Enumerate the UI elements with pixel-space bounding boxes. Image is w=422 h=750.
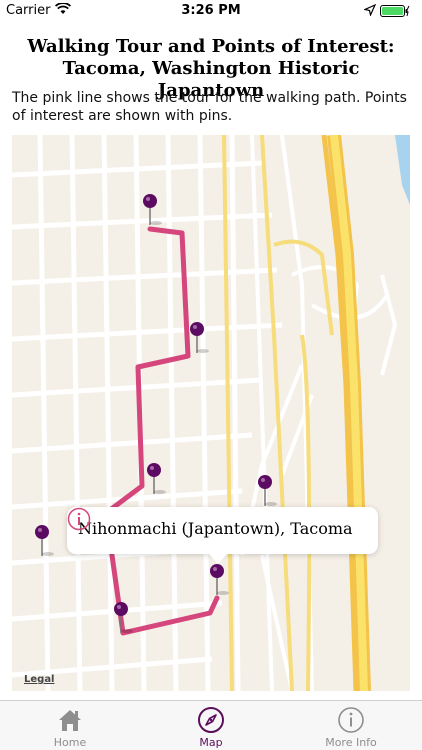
map-view[interactable]: Legal Nihonmachi (Japantown), Tacoma <box>12 135 410 691</box>
street-grid <box>12 135 283 691</box>
legal-link[interactable]: Legal <box>24 674 55 685</box>
tab-map[interactable]: Map <box>141 701 281 750</box>
home-icon <box>59 710 81 731</box>
map-canvas <box>12 135 410 691</box>
tab-label: More Info <box>325 736 377 749</box>
poi-pin <box>258 475 277 506</box>
status-bar: Carrier 3:26 PM <box>0 0 422 22</box>
callout-pointer <box>208 553 228 564</box>
tab-home[interactable]: Home <box>0 701 140 750</box>
page-description: The pink line shows the tour for the wal… <box>12 90 407 124</box>
compass-icon <box>198 707 224 733</box>
tab-bar: Home Map More Info <box>0 700 422 750</box>
tab-label: Map <box>199 736 223 749</box>
tab-more-info[interactable]: More Info <box>281 701 421 750</box>
poi-pin-selected <box>210 564 229 595</box>
battery-icon <box>380 5 410 17</box>
callout-title: Nihonmachi (Japantown), Tacoma <box>78 519 353 538</box>
tab-label: Home <box>53 736 87 749</box>
poi-pin <box>147 463 166 494</box>
map-callout[interactable]: Nihonmachi (Japantown), Tacoma <box>67 507 378 564</box>
location-arrow-icon <box>364 4 376 16</box>
info-icon <box>338 707 364 733</box>
info-icon[interactable] <box>67 507 91 531</box>
clock: 3:26 PM <box>181 3 241 18</box>
